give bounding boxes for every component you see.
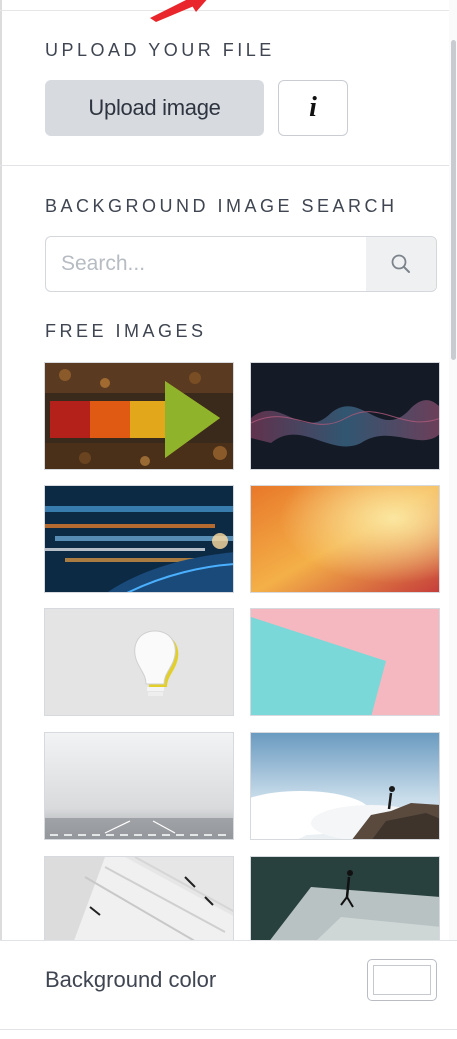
info-icon: i: [309, 92, 317, 123]
image-thumb-dark-sound-wave[interactable]: [250, 362, 440, 470]
section-divider: [0, 165, 457, 166]
top-divider: [0, 10, 457, 11]
image-thumb-autumn-leaves-arrow[interactable]: [44, 362, 234, 470]
bottom-divider: [0, 1029, 457, 1030]
upload-image-button[interactable]: Upload image: [45, 80, 264, 136]
search-button[interactable]: [366, 237, 436, 291]
image-thumb-runner-on-concrete[interactable]: [250, 856, 440, 942]
upload-section-title: UPLOAD YOUR FILE: [45, 40, 275, 60]
scrollbar-thumb[interactable]: [451, 40, 456, 360]
search-section-title: BACKGROUND IMAGE SEARCH: [45, 196, 398, 216]
color-swatch-preview: [373, 965, 431, 995]
image-thumb-light-speed-trails[interactable]: [44, 485, 234, 593]
image-thumb-runner-above-clouds[interactable]: [250, 732, 440, 840]
background-color-label: Background color: [45, 967, 217, 992]
panel-left-border: [0, 0, 2, 1038]
info-button[interactable]: i: [278, 80, 348, 136]
search-box: [45, 236, 437, 292]
image-thumb-orange-gradient-blur[interactable]: [250, 485, 440, 593]
image-thumb-foggy-road[interactable]: [44, 732, 234, 840]
background-color-panel: Background color: [0, 940, 457, 1039]
background-color-picker[interactable]: [367, 959, 437, 1001]
image-thumb-paper-lightbulb[interactable]: [44, 608, 234, 716]
image-thumb-white-architecture[interactable]: [44, 856, 234, 942]
search-input[interactable]: [46, 237, 366, 291]
image-thumb-teal-pink-paper[interactable]: [250, 608, 440, 716]
search-icon: [391, 254, 410, 273]
free-images-title: FREE IMAGES: [45, 321, 207, 341]
red-arrow-annotation: [150, 0, 207, 22]
